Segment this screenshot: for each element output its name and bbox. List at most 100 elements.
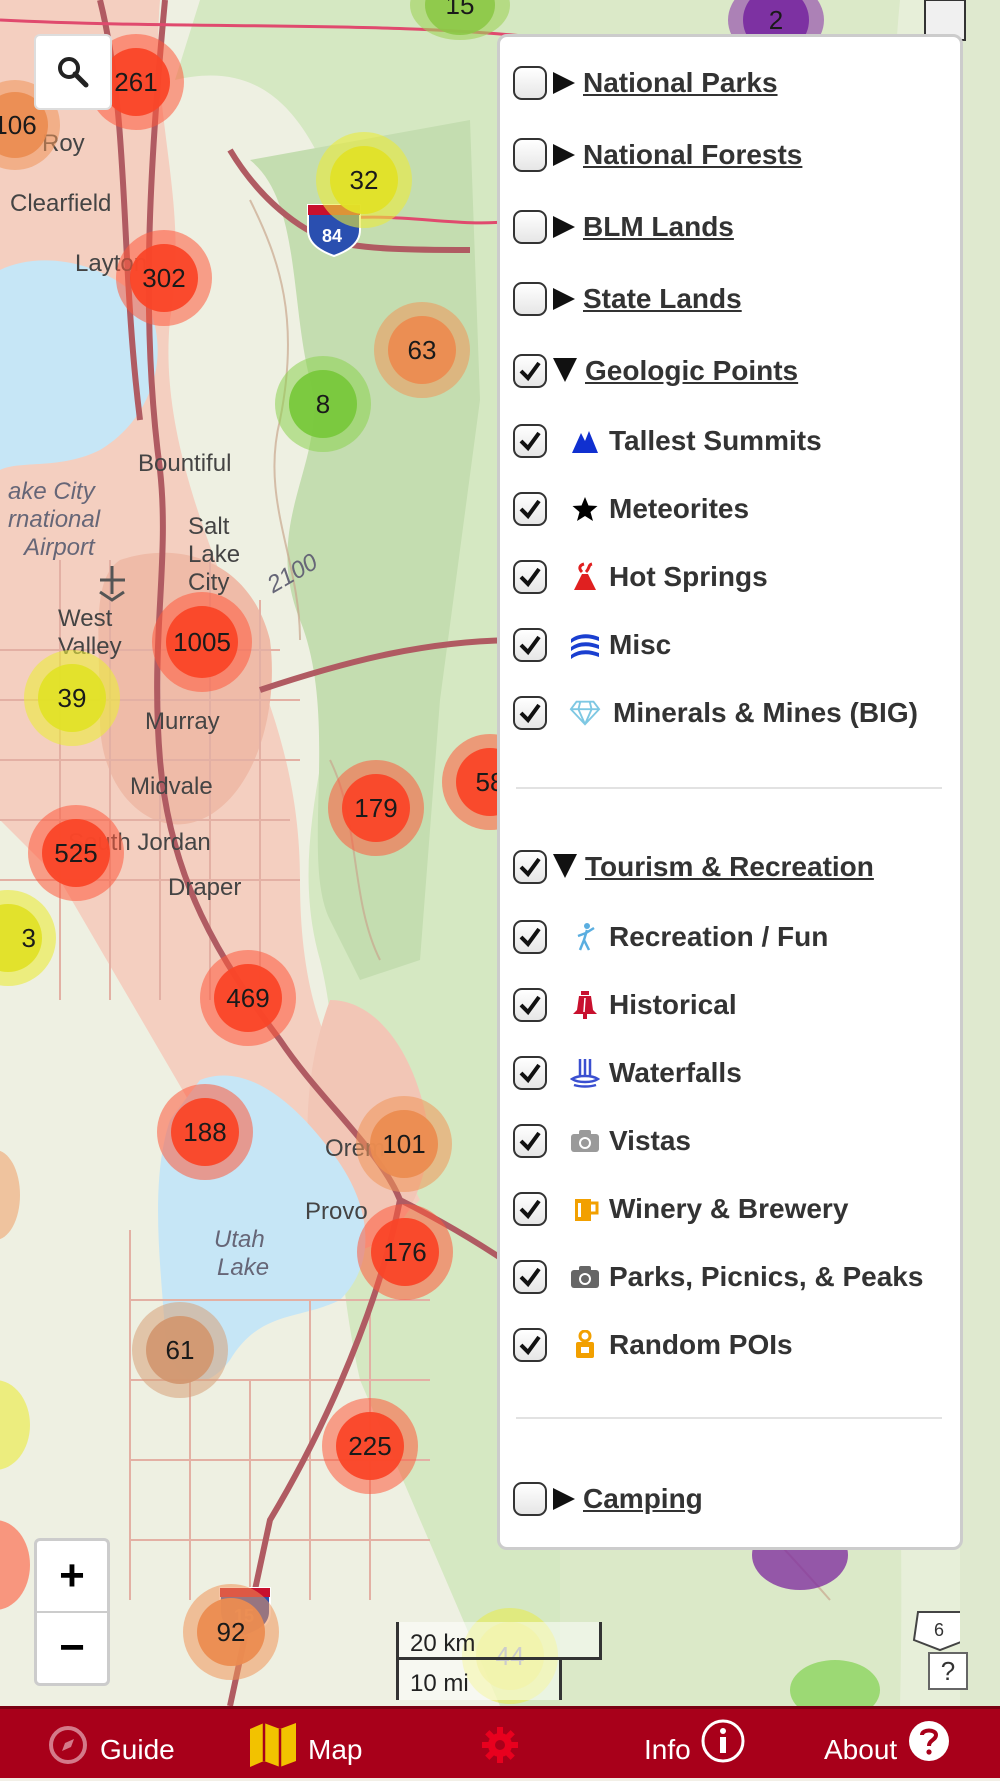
marker-cluster[interactable]: 32 [316,132,412,228]
camera-icon [569,1125,601,1157]
expand-arrow-icon[interactable] [553,144,575,166]
marker-cluster[interactable]: 188 [157,1084,253,1180]
layer-checkbox[interactable] [513,560,547,594]
layer-item-label: Tallest Summits [609,425,822,456]
layer-group-label[interactable]: Camping [583,1483,703,1515]
expand-arrow-icon[interactable] [553,72,575,94]
marker-cluster[interactable]: 92 [183,1584,279,1680]
marker-cluster[interactable]: 302 [116,230,212,326]
layer-checkbox[interactable] [513,492,547,526]
gear-icon [482,1727,518,1763]
layer-group-label[interactable]: Tourism & Recreation [585,851,874,883]
layer-item-label: Vistas [609,1125,691,1156]
layer-group-label[interactable]: BLM Lands [583,211,734,243]
tab-about[interactable]: About [824,1709,951,1781]
marker-cluster[interactable]: 176 [357,1204,453,1300]
marker-cluster[interactable]: 525 [28,805,124,901]
marker-cluster[interactable]: 8 [275,356,371,452]
layer-item-parks-picnics-peaks[interactable]: Parks, Picnics, & Peaks [513,1251,923,1303]
layer-item-vistas[interactable]: Vistas [513,1115,691,1167]
layer-item-label: Random POIs [609,1329,793,1360]
layer-checkbox[interactable] [513,1056,547,1090]
compass-icon [49,1726,87,1764]
layer-checkbox[interactable] [513,850,547,884]
layer-item-misc[interactable]: Misc [513,619,671,671]
layer-group-label[interactable]: State Lands [583,283,742,315]
layer-checkbox[interactable] [513,1260,547,1294]
layer-checkbox[interactable] [513,696,547,730]
highway-shield-label: 6 [934,1620,945,1640]
zoom-in-button[interactable]: + [37,1541,107,1613]
layer-item-random-pois[interactable]: Random POIs [513,1319,793,1371]
layer-group-label[interactable]: Geologic Points [585,355,798,387]
layer-group-national-forests[interactable]: National Forests [513,129,802,181]
layer-item-hot-springs[interactable]: Hot Springs [513,551,768,603]
tab-info[interactable]: Info [644,1709,745,1781]
layer-item-winery-brewery[interactable]: Winery & Brewery [513,1183,848,1235]
expand-arrow-icon[interactable] [553,288,575,310]
layer-checkbox[interactable] [513,210,547,244]
marker-cluster[interactable]: 1005 [152,592,252,692]
person-icon [569,921,601,953]
layer-item-historical[interactable]: Historical [513,979,737,1031]
place-label: West [58,605,113,632]
search-button[interactable] [34,34,112,110]
layer-checkbox[interactable] [513,1328,547,1362]
marker-cluster[interactable]: 179 [328,760,424,856]
layer-group-geologic-points[interactable]: Geologic Points [513,345,798,397]
marker-cluster[interactable]: 469 [200,950,296,1046]
layer-item-label: Misc [609,629,672,660]
place-label: Airport [24,534,95,561]
map-help-button[interactable]: ? [928,1652,968,1690]
layer-group-label[interactable]: National Parks [583,67,778,99]
layer-group-camping[interactable]: Camping [513,1473,703,1525]
layer-checkbox[interactable] [513,282,547,316]
collapse-arrow-icon[interactable] [553,854,577,878]
layer-checkbox[interactable] [513,628,547,662]
layer-checkbox[interactable] [513,66,547,100]
collapse-arrow-icon[interactable] [553,358,577,382]
tab-label: About [824,1734,898,1765]
layer-item-minerals-mines[interactable]: Minerals & Mines (BIG) [513,687,918,739]
layer-group-state-lands[interactable]: State Lands [513,273,742,325]
layer-group-blm-lands[interactable]: BLM Lands [513,201,734,253]
marker-cluster[interactable]: 63 [374,302,470,398]
layer-checkbox[interactable] [513,920,547,954]
expand-arrow-icon[interactable] [553,216,575,238]
map-icon [250,1723,296,1767]
place-label: rnational [8,506,101,533]
layer-item-meteorites[interactable]: Meteorites [513,483,749,535]
search-icon [58,57,89,88]
layer-item-tallest-summits[interactable]: Tallest Summits [513,415,822,467]
layer-checkbox[interactable] [513,424,547,458]
marker-cluster[interactable]: 225 [322,1398,418,1494]
layer-checkbox[interactable] [513,138,547,172]
layer-group-label[interactable]: National Forests [583,139,802,171]
tab-settings[interactable] [480,1709,520,1781]
layer-item-label: Parks, Picnics, & Peaks [609,1261,924,1292]
tab-map[interactable]: Map [248,1709,362,1781]
expand-arrow-icon[interactable] [553,1488,575,1510]
tab-label: Map [308,1734,363,1765]
marker-cluster[interactable]: 101 [356,1096,452,1192]
layer-group-tourism-recreation[interactable]: Tourism & Recreation [513,841,874,893]
layer-item-label: Hot Springs [609,561,768,592]
scale-bar: 20 km 10 mi [396,1622,602,1702]
bottom-tab-bar: Guide Map Info About [0,1706,1000,1778]
layer-checkbox[interactable] [513,1192,547,1226]
zoom-out-button[interactable]: − [37,1613,107,1683]
tab-guide[interactable]: Guide [48,1709,175,1781]
layer-checkbox[interactable] [513,1124,547,1158]
layer-checkbox[interactable] [513,354,547,388]
map-view[interactable]: Roy Clearfield Layton Bountiful Salt Lak… [0,0,1000,1706]
layer-item-recreation-fun[interactable]: Recreation / Fun [513,911,828,963]
divider [516,787,942,789]
layer-item-waterfalls[interactable]: Waterfalls [513,1047,742,1099]
tab-label: Info [644,1734,691,1765]
marker-cluster[interactable]: 39 [24,650,120,746]
layer-checkbox[interactable] [513,988,547,1022]
layer-item-label: Meteorites [609,493,750,524]
layer-checkbox[interactable] [513,1482,547,1516]
marker-cluster[interactable]: 61 [132,1302,228,1398]
layer-group-national-parks[interactable]: National Parks [513,57,778,109]
